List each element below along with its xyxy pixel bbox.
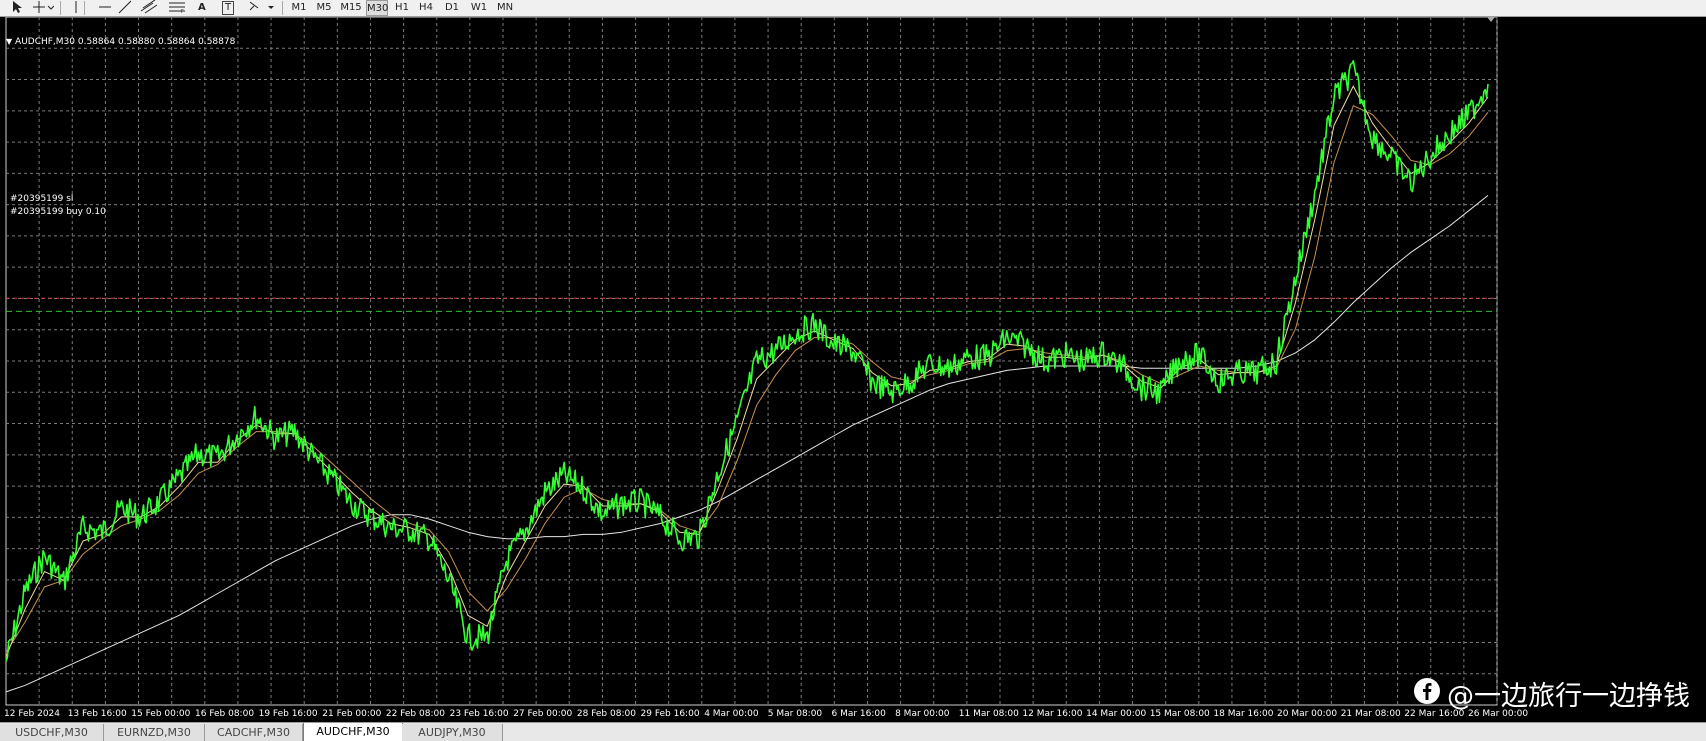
time-label: 16 Feb 08:00 bbox=[195, 709, 254, 719]
time-label: 5 Mar 08:00 bbox=[768, 709, 823, 719]
time-label: 12 Feb 2024 bbox=[4, 709, 60, 719]
arrows-dropdown-icon[interactable] bbox=[248, 0, 276, 16]
tf-d1[interactable]: D1 bbox=[442, 0, 462, 16]
chart-shift-marker bbox=[1487, 17, 1495, 22]
sl-line-label: #20395199 sl bbox=[10, 194, 74, 204]
time-label: 27 Feb 00:00 bbox=[513, 709, 572, 719]
tab-cadchf[interactable]: CADCHF,M30 bbox=[205, 724, 303, 741]
facebook-icon bbox=[1413, 677, 1441, 709]
time-label: 15 Feb 00:00 bbox=[131, 709, 190, 719]
time-label: 22 Feb 08:00 bbox=[386, 709, 445, 719]
time-label: 11 Mar 08:00 bbox=[959, 709, 1019, 719]
time-label: 29 Feb 16:00 bbox=[641, 709, 700, 719]
time-label: 15 Mar 08:00 bbox=[1150, 709, 1210, 719]
time-label: 4 Mar 00:00 bbox=[704, 709, 759, 719]
chart-area[interactable]: 12 Feb 2024 13 Feb 16:00 15 Feb 00:00 16 Fe… bbox=[0, 17, 1706, 720]
tab-eurnzd[interactable]: EURNZD,M30 bbox=[104, 724, 205, 741]
vertical-line-icon[interactable] bbox=[72, 0, 80, 16]
tab-audchf[interactable]: AUDCHF,M30 bbox=[303, 723, 403, 741]
watermark: @一边旅行一边挣钱 bbox=[1413, 676, 1690, 712]
chart-tabbar: USDCHF,M30 EURNZD,M30 CADCHF,M30 AUDCHF,… bbox=[0, 722, 1706, 741]
chart-header: ▼ AUDCHF,M30 0.58864 0.58880 0.58864 0.5… bbox=[6, 37, 236, 47]
tab-audjpy[interactable]: AUDJPY,M30 bbox=[402, 724, 503, 741]
tf-w1[interactable]: W1 bbox=[468, 0, 490, 16]
watermark-text: @一边旅行一边挣钱 bbox=[1447, 680, 1690, 712]
tab-usdchf[interactable]: USDCHF,M30 bbox=[0, 724, 104, 741]
time-label: 13 Feb 16:00 bbox=[68, 709, 127, 719]
time-label: 18 Mar 16:00 bbox=[1213, 709, 1273, 719]
tf-h1[interactable]: H1 bbox=[392, 0, 412, 16]
time-label: 20 Mar 00:00 bbox=[1277, 709, 1337, 719]
crosshair-icon[interactable] bbox=[32, 0, 55, 16]
tf-m15[interactable]: M15 bbox=[338, 0, 364, 16]
text-tool[interactable]: A bbox=[198, 0, 206, 16]
ma-slow-line bbox=[5, 195, 1489, 693]
trendline-icon[interactable] bbox=[118, 0, 132, 16]
price-chart[interactable]: 12 Feb 2024 13 Feb 16:00 15 Feb 00:00 16 Fe… bbox=[0, 17, 1706, 720]
fibonacci-icon[interactable]: F bbox=[168, 0, 186, 16]
time-label: 28 Feb 08:00 bbox=[577, 709, 636, 719]
tf-m5[interactable]: M5 bbox=[313, 0, 335, 16]
horizontal-line-icon[interactable] bbox=[98, 0, 112, 16]
time-label: 12 Mar 16:00 bbox=[1022, 709, 1082, 719]
tf-mn[interactable]: MN bbox=[494, 0, 516, 16]
buy-line-label: #20395199 buy 0.10 bbox=[10, 207, 106, 217]
svg-text:F: F bbox=[181, 9, 184, 14]
text-label-tool[interactable]: T bbox=[222, 1, 235, 15]
ma-mid-line bbox=[5, 105, 1489, 653]
channel-icon[interactable] bbox=[140, 0, 158, 16]
cursor-arrow-icon[interactable] bbox=[10, 0, 24, 16]
time-label: 6 Mar 16:00 bbox=[832, 709, 887, 719]
symbol-info: AUDCHF,M30 0.58864 0.58880 0.58864 0.588… bbox=[15, 37, 236, 47]
time-label: 14 Mar 00:00 bbox=[1086, 709, 1146, 719]
tf-h4[interactable]: H4 bbox=[416, 0, 436, 16]
tf-m30[interactable]: M30 bbox=[366, 0, 388, 16]
toolbar: F A T M1 M5 M15 M30 H1 H4 D1 W1 MN bbox=[0, 0, 1706, 17]
time-label: 23 Feb 16:00 bbox=[450, 709, 509, 719]
time-label: 21 Feb 00:00 bbox=[322, 709, 381, 719]
time-label: 8 Mar 00:00 bbox=[895, 709, 950, 719]
time-label: 19 Feb 16:00 bbox=[259, 709, 318, 719]
time-label: 21 Mar 08:00 bbox=[1341, 709, 1401, 719]
tf-m1[interactable]: M1 bbox=[288, 0, 310, 16]
